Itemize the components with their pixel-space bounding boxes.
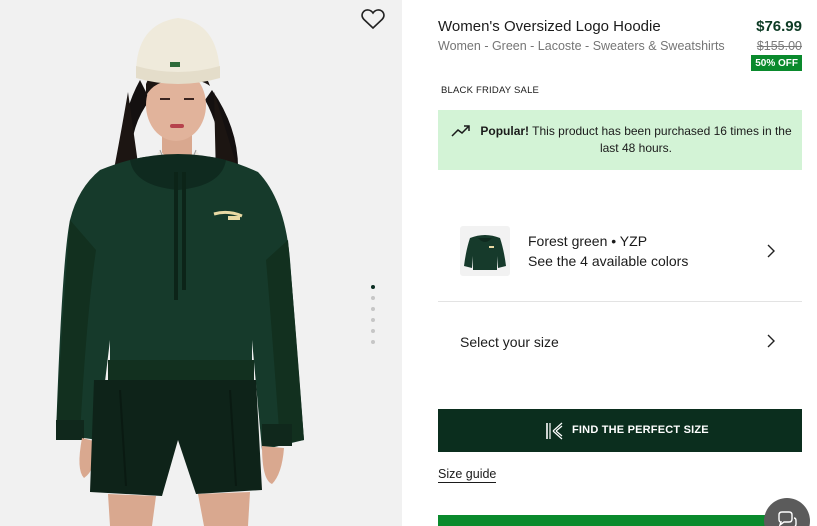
gallery-dot-active[interactable] bbox=[371, 285, 375, 289]
current-price: $76.99 bbox=[756, 18, 802, 35]
sale-label: BLACK FRIDAY SALE bbox=[441, 85, 540, 96]
gallery-dot[interactable] bbox=[371, 296, 375, 300]
product-details-panel: Women's Oversized Logo Hoodie Women - Gr… bbox=[438, 0, 802, 526]
trending-up-icon bbox=[451, 125, 470, 137]
add-to-bag-button[interactable] bbox=[438, 515, 802, 526]
discount-badge: 50% OFF bbox=[751, 55, 802, 71]
popularity-text: Popular! This product has been purchased… bbox=[480, 123, 792, 157]
gallery-pagination bbox=[370, 285, 376, 351]
find-perfect-size-label: FIND THE PERFECT SIZE bbox=[572, 424, 709, 436]
popularity-banner: Popular! This product has been purchased… bbox=[438, 110, 802, 170]
hoodie-thumbnail-image bbox=[464, 235, 506, 270]
size-selector[interactable]: Select your size bbox=[438, 303, 802, 379]
size-guide-link[interactable]: Size guide bbox=[438, 467, 497, 483]
gallery-dot[interactable] bbox=[371, 329, 375, 333]
product-image-gallery[interactable] bbox=[0, 0, 402, 526]
color-name: Forest green • YZP bbox=[528, 233, 648, 249]
chevron-right-icon bbox=[767, 334, 775, 348]
find-perfect-size-button[interactable]: FIND THE PERFECT SIZE bbox=[438, 409, 802, 452]
popularity-strong: Popular! bbox=[480, 124, 530, 138]
gallery-dot[interactable] bbox=[371, 340, 375, 344]
product-photo bbox=[56, 18, 304, 526]
chevron-right-icon bbox=[767, 244, 775, 258]
product-title: Women's Oversized Logo Hoodie bbox=[438, 18, 661, 35]
size-selector-label: Select your size bbox=[460, 334, 559, 350]
kleep-k-icon bbox=[546, 422, 563, 440]
product-subtitle: Women - Green - Lacoste - Sweaters & Swe… bbox=[438, 39, 725, 53]
heart-outline-icon[interactable] bbox=[360, 7, 386, 31]
original-price: $155.00 bbox=[756, 39, 802, 53]
chat-bubbles-icon bbox=[778, 511, 797, 526]
color-thumbnail bbox=[460, 226, 510, 276]
gallery-dot[interactable] bbox=[371, 318, 375, 322]
available-colors-text: See the 4 available colors bbox=[528, 253, 689, 269]
gallery-dot[interactable] bbox=[371, 307, 375, 311]
color-selector[interactable]: Forest green • YZP See the 4 available c… bbox=[438, 212, 802, 302]
popularity-detail: This product has been purchased 16 times… bbox=[529, 124, 792, 155]
